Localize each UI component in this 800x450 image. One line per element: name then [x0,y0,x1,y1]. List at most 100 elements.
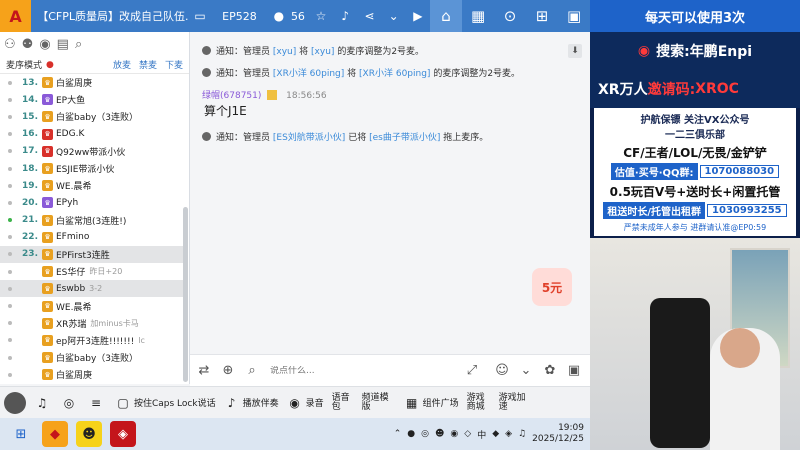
list-item[interactable]: 23. ♛ EPFirst3连胜 [0,245,183,264]
chat-input[interactable] [270,365,450,376]
plugin-button[interactable]: ▦ 组件广场 [404,395,459,411]
overlay-search-banner: ◉ 搜索:年鹏Enpi [590,32,800,70]
member-scrollbar[interactable] [183,207,188,382]
keyboard-icon: ▢ [117,395,129,410]
scroll-down-icon[interactable]: ⬇ [568,44,582,58]
grid-icon[interactable]: ▦ [462,0,494,32]
flower-icon[interactable]: ✿ [540,361,560,381]
ban-mic-link[interactable]: 禁麦 [139,58,157,71]
language-indicator[interactable]: 中 [477,428,486,441]
list-item[interactable]: ♛ ES华仔 昨日+20 [0,263,183,280]
transfer-icon[interactable]: ⇄ [194,361,214,381]
chevron-down-icon[interactable]: ⌄ [384,5,404,27]
app-icon-1[interactable]: ◆ [42,421,68,447]
video-icon[interactable]: ▶ [408,5,428,27]
title-bar: A 【CFPL质量局】改成自己队伍... ▭ EP528 ● 56 ☆ ♪ ⋖ … [0,0,590,32]
app-icon-3[interactable]: ◈ [110,421,136,447]
expand-icon[interactable]: ⤢ [462,361,482,381]
mall-button[interactable]: 游戏商城 [467,393,491,412]
notice-1: 通知：管理员 [xyu] 将 [xyu] 的麦序调整为2号麦。 [202,44,424,57]
chevron-down-icon[interactable]: ⌄ [516,361,536,381]
release-mic-link[interactable]: 放麦 [113,58,131,71]
list-item[interactable]: 20. ♛ EPyh [0,194,183,211]
accel-button[interactable]: 游戏加速 [499,393,527,412]
gift-5-yuan[interactable]: 5元 [532,268,572,306]
chat-area: ⬇ 通知：管理员 [xyu] 将 [xyu] 的麦序调整为2号麦。 通知：管理员… [190,32,590,354]
app-logo[interactable]: A [0,0,32,32]
windows-icon[interactable]: ⊞ [8,421,34,447]
list-item[interactable]: ♛ 白鲨周庚 [0,366,183,383]
record-button[interactable]: ◉ 录音 [287,395,323,411]
chat-user[interactable]: 绿帽(678751) 18:56:56 [202,88,327,101]
list-item[interactable]: 17. ♛ Q92ww带派小伙 [0,143,183,160]
tray-app-icon-6[interactable]: ◆ [492,429,499,439]
list-item[interactable]: 22. ♛ EFmino [0,229,183,246]
list-item[interactable]: 21. ♛ 白鲨常旭(3连胜!) [0,212,183,229]
gift-icon[interactable]: ▣ [564,361,584,381]
list-item[interactable]: ♛ 白鲨baby（3连败） [0,349,183,366]
member-extra: 加minus卡马 [90,318,139,328]
level-badge-icon: ♛ [42,94,53,106]
chevron-up-icon[interactable]: ⌃ [394,429,402,439]
status-dot [8,321,12,326]
tray-app-icon-4[interactable]: ◉ [450,429,458,439]
os-taskbar: ⊞ ◆ ☻ ◈ ⌃ ● ◎ ☻ ◉ ◇ 中 ◆ ◈ ♫ 19:09 2025/1… [0,418,590,450]
list-item[interactable]: 13. ♛ 白鲨周庚 [0,74,183,91]
member-name: 白鲨baby（3连败） [56,113,138,124]
mode-label[interactable]: 麦序模式 [6,58,42,71]
avatar[interactable] [4,391,26,414]
gamepad-icon[interactable]: ⊕ [218,361,238,381]
app-icon-2[interactable]: ☻ [76,421,102,447]
down-mic-link[interactable]: 下麦 [165,58,183,71]
list-item[interactable]: 18. ♛ ESJIE带派小伙 [0,160,183,177]
room-title[interactable]: 【CFPL质量局】改成自己队伍... [31,8,188,24]
member-name: 白鲨baby（3连败） [56,354,138,365]
member-name: 白鲨周庚 [56,79,93,90]
voice-pack-button[interactable]: 语音包 [332,393,354,412]
list-item[interactable]: ♛ Eswbb 3-2 [0,280,183,298]
mic-icon[interactable]: ● [46,60,54,70]
more-icon[interactable]: ▣ [558,0,590,32]
cam-chair [650,298,710,448]
mode-row: 麦序模式 ● 放麦 禁麦 下麦 [0,56,189,74]
list-item[interactable]: 16. ♛ EDG.K [0,126,183,143]
speaker-icon[interactable]: ♫ [518,429,526,439]
list-item[interactable]: 15. ♛ 白鲨baby（3连败） [0,108,183,125]
list-item[interactable]: ♛ ep阿开3连胜!!!!!!! lc [0,332,183,349]
search-icon[interactable]: ⌕ [242,361,262,381]
volume-icon[interactable]: ♫ [34,395,53,411]
user-name[interactable]: 绿帽(678751) [202,91,261,101]
list-item[interactable]: 14. ♛ EP大鱼 [0,91,183,108]
emoji-icon[interactable]: ☺ [492,361,512,381]
mic-icon[interactable]: ◎ [61,395,80,411]
search-icon[interactable]: ⌕ [75,37,82,52]
notice-icon [202,132,211,141]
star-icon[interactable]: ☆ [311,5,331,27]
location-icon[interactable]: ◉ [39,37,50,52]
tray-app-icon-3[interactable]: ☻ [435,429,444,439]
cart-icon[interactable]: ⊞ [526,0,558,32]
clock[interactable]: 19:09 2025/12/25 [532,423,584,445]
people-icon[interactable]: ⚉ [22,37,34,52]
chat-input-bar: ⇄ ⊕ ⌕ ⤢ ☺ ⌄ ✿ ▣ [190,354,590,386]
accompany-button[interactable]: ♪ 播放伴奏 [224,395,279,411]
tray-app-icon-7[interactable]: ◈ [505,429,512,439]
tray-app-icon-5[interactable]: ◇ [464,429,471,439]
monitor-icon[interactable]: ▭ [190,5,210,27]
list-item[interactable]: ♛ WE.晨希 [0,297,183,314]
tray-app-icon-2[interactable]: ◎ [421,429,429,439]
share-icon[interactable]: ⋖ [359,5,379,27]
note-icon[interactable]: ▤ [57,37,69,52]
home-icon[interactable]: ⌂ [430,0,463,32]
tray-app-icon[interactable]: ● [407,429,415,439]
gamepad-icon[interactable]: ⊙ [494,0,526,32]
list-item[interactable]: ♛ XR苏瑞 加minus卡马 [0,315,183,332]
room-id: EP528 [222,9,257,23]
capslock-button[interactable]: ▢ 按住Caps Lock说话 [115,395,215,411]
person-icon[interactable]: ⚇ [4,37,16,52]
stream-overlay: 每天可以使用3次 ◉ 搜索:年鹏Enpi XR万人 邀请码: XROC 护航保镖 关… [590,0,800,450]
equalizer-icon[interactable]: ≡ [88,395,107,411]
bell-icon[interactable]: ♪ [335,5,355,27]
template-button[interactable]: 频道模版 [362,393,396,412]
list-item[interactable]: 19. ♛ WE.晨希 [0,177,183,194]
